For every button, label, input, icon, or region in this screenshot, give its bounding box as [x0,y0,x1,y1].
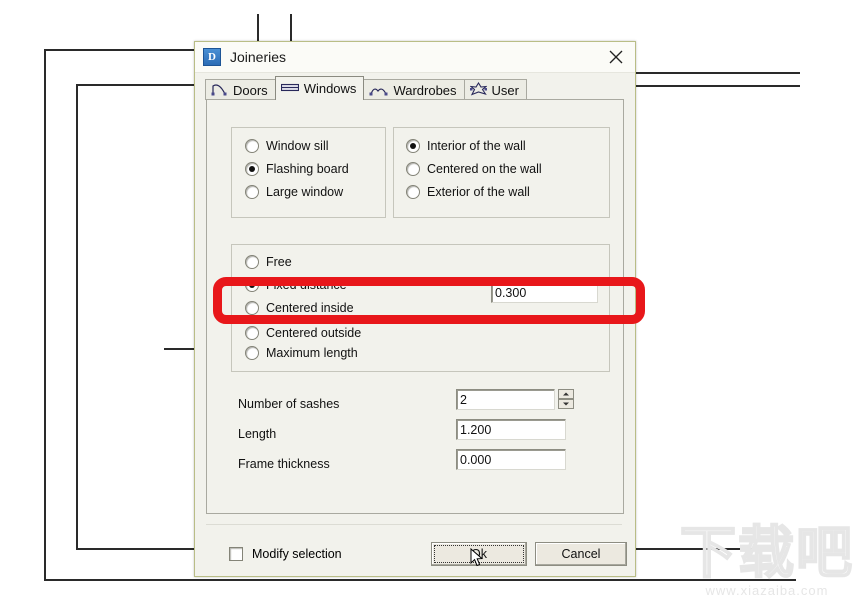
radio-label: Large window [266,185,344,199]
tab-label: Wardrobes [393,82,457,98]
radio-centered-inside[interactable]: Centered inside [245,301,354,315]
wall-line-horizontal [44,49,196,51]
radio-label: Centered outside [266,326,362,340]
tab-wardrobes[interactable]: Wardrobes [363,79,465,100]
radio-label: Interior of the wall [427,139,526,153]
tab-label: Windows [303,81,357,96]
stepper-down-icon[interactable] [558,399,574,409]
length-label: Length [238,427,277,441]
radio-icon [406,185,420,199]
cancel-button-label: Cancel [561,547,601,561]
close-icon[interactable] [605,47,627,67]
tab-doors[interactable]: Doors [205,79,276,100]
radio-icon [245,301,259,315]
radio-flashing-board[interactable]: Flashing board [245,162,349,176]
number-of-sashes-label: Number of sashes [238,397,340,411]
stepper-up-icon[interactable] [558,389,574,399]
radio-label: Window sill [266,139,329,153]
wall-line-stub [164,348,196,350]
radio-icon [406,139,420,153]
dialog-title: Joineries [230,49,287,65]
radio-icon [245,185,259,199]
tab-label: User [491,82,519,98]
radio-label: Exterior of the wall [427,185,530,199]
wall-line-vertical [44,49,46,581]
radio-icon [245,139,259,153]
windows-tab-panel: Window sill Flashing board Large window … [206,99,624,514]
radio-icon [245,346,259,360]
radio-label: Flashing board [266,162,349,176]
radio-centered-outside[interactable]: Centered outside [245,326,361,340]
radio-interior-of-the-wall[interactable]: Interior of the wall [406,139,526,153]
wall-line-horizontal [44,579,796,581]
wall-line-vertical [76,84,78,550]
window-icon [280,81,299,96]
radio-label: Maximum length [266,346,358,360]
number-of-sashes-stepper[interactable] [558,389,574,410]
number-of-sashes-input[interactable]: 2 [456,389,555,410]
fixed-distance-input[interactable]: 0.300 [491,282,598,303]
ok-button-label: Ok [471,547,487,561]
frame-thickness-input[interactable]: 0.000 [456,449,566,470]
door-swing-icon [211,82,228,99]
tab-label: Doors [233,82,268,98]
tab-user[interactable]: User [463,79,527,100]
frame-thickness-label: Frame thickness [238,457,330,471]
radio-label: Centered inside [266,301,354,315]
radio-icon [245,255,259,269]
radio-free[interactable]: Free [245,255,292,269]
radio-icon [406,162,420,176]
user-star-icon [468,81,488,99]
radio-large-window[interactable]: Large window [245,185,343,199]
radio-maximum-length[interactable]: Maximum length [245,346,358,360]
modify-selection-label: Modify selection [252,547,342,561]
radio-label: Fixed distance [266,278,347,292]
radio-icon [245,278,259,292]
app-d-icon: D [203,48,221,66]
wall-line-horizontal [634,85,800,87]
wall-line-vertical [290,14,292,43]
checkbox-icon [229,547,243,561]
radio-exterior-of-the-wall[interactable]: Exterior of the wall [406,185,530,199]
radio-icon [245,162,259,176]
radio-centered-on-the-wall[interactable]: Centered on the wall [406,162,542,176]
tab-strip: Doors Windows Wardrobes User [205,76,527,100]
footer-divider [206,524,622,525]
radio-icon [245,326,259,340]
joineries-dialog: D Joineries Doors Windows Wardrobes User… [194,41,636,577]
wardrobe-arc-icon [369,82,388,99]
wall-line-horizontal [76,84,196,86]
wall-line-horizontal [634,72,800,74]
length-input[interactable]: 1.200 [456,419,566,440]
tab-windows[interactable]: Windows [274,76,365,100]
ok-button[interactable]: Ok [431,542,527,566]
cancel-button[interactable]: Cancel [535,542,627,566]
radio-label: Free [266,255,292,269]
radio-label: Centered on the wall [427,162,542,176]
modify-selection-checkbox[interactable]: Modify selection [229,547,342,561]
radio-fixed-distance[interactable]: Fixed distance [245,278,347,292]
dialog-title-bar: D Joineries [195,42,635,73]
radio-window-sill[interactable]: Window sill [245,139,329,153]
wall-line-vertical [257,14,259,43]
